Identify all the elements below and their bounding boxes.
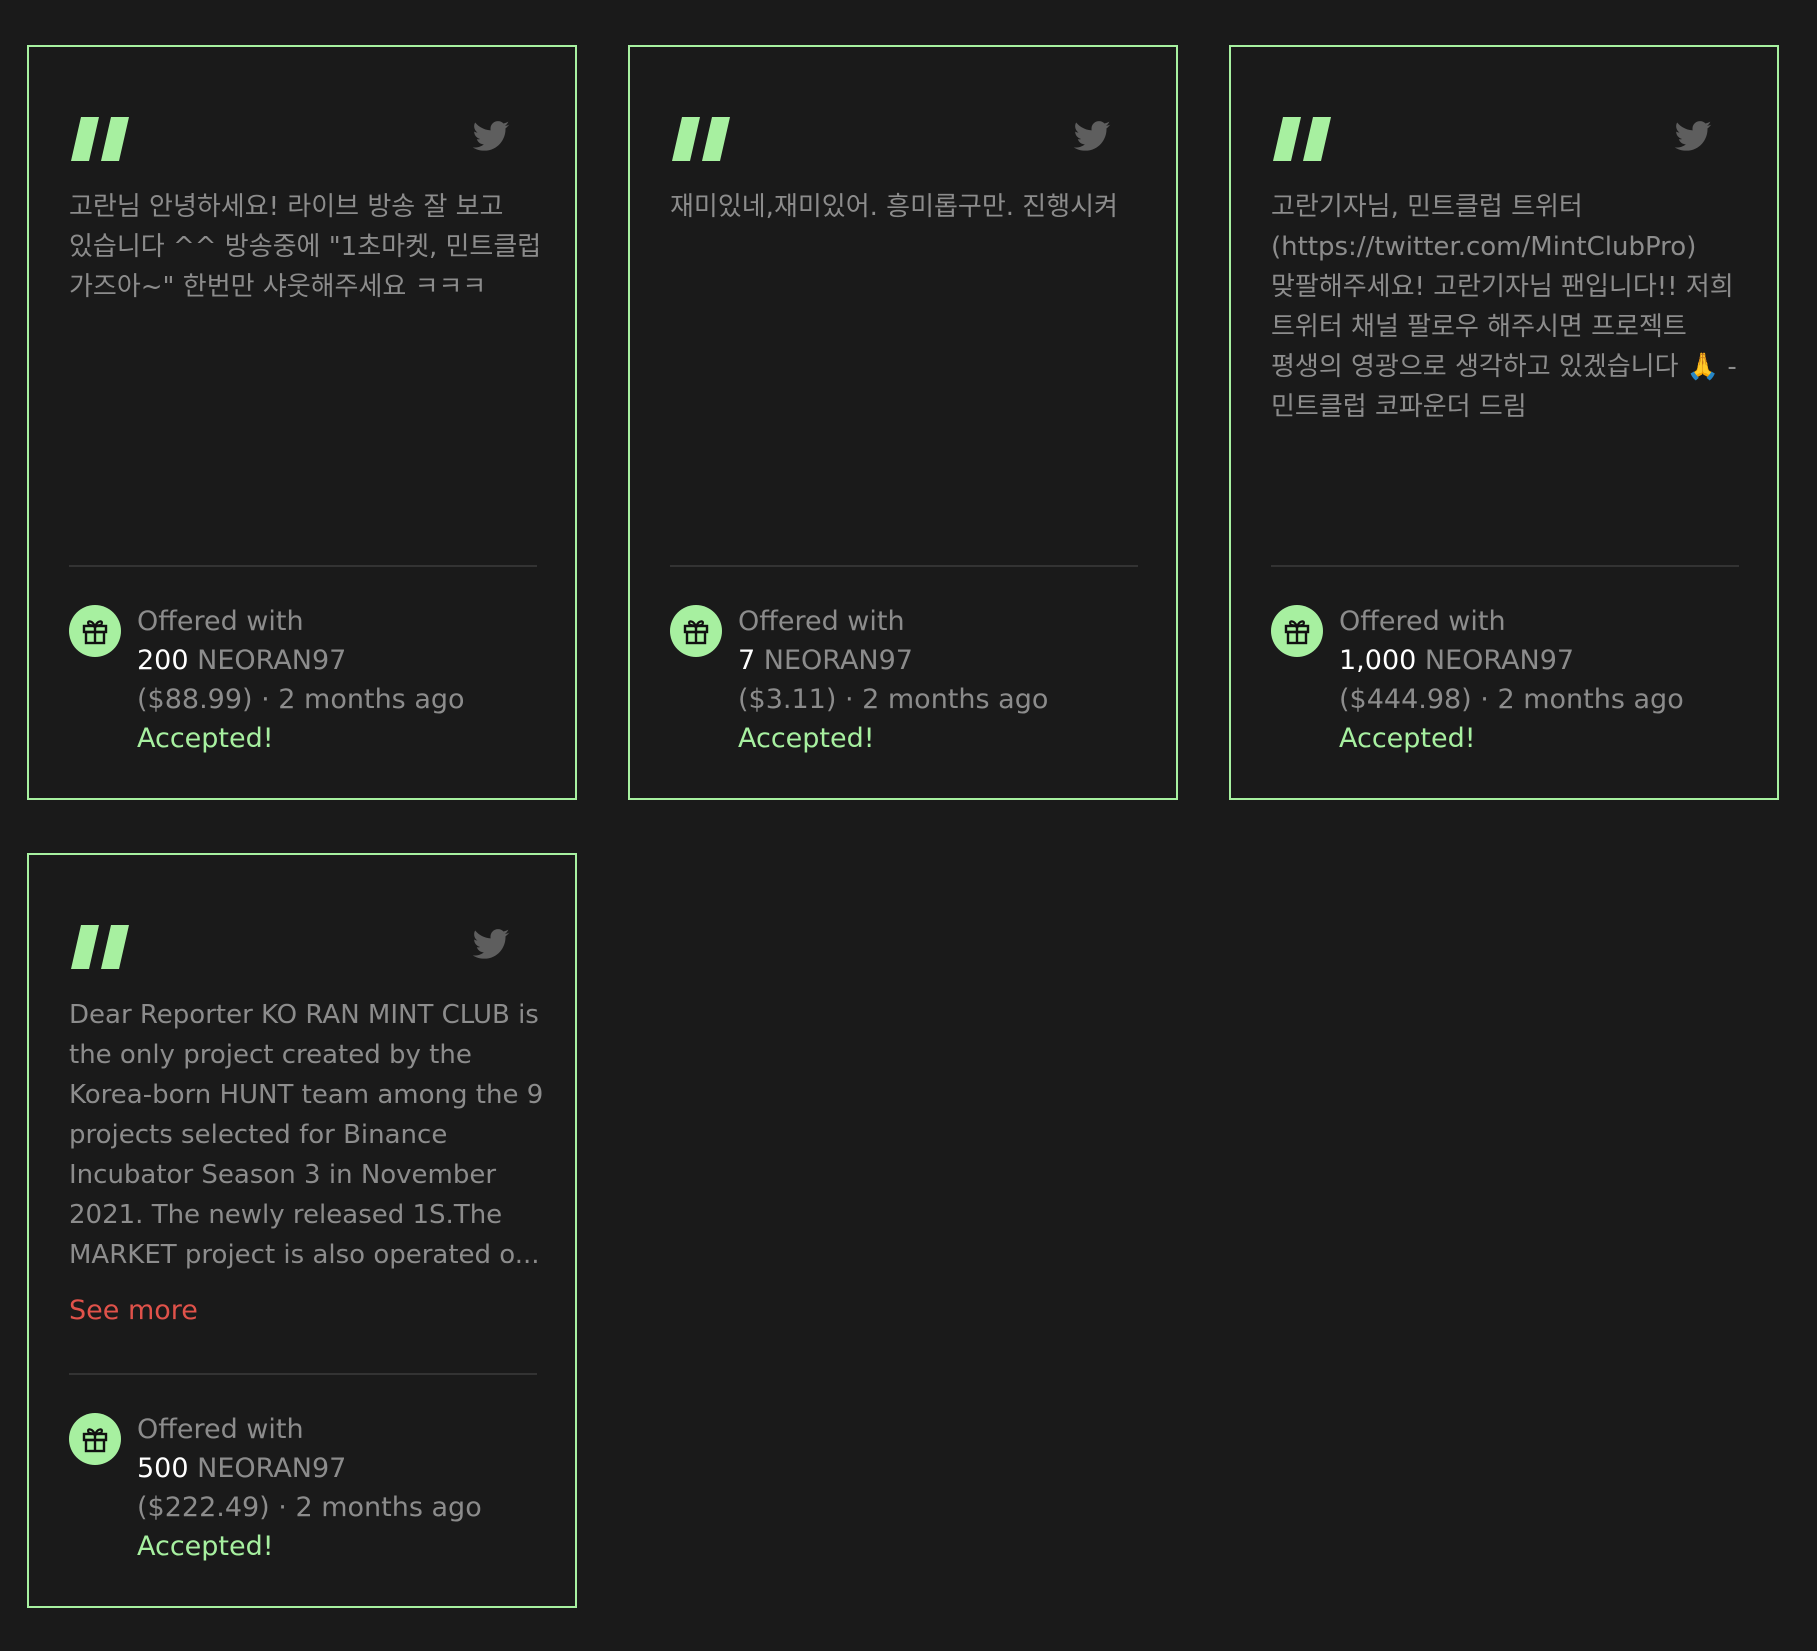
token-symbol: NEORAN97 [197,1453,347,1484]
offer-amount-line: 1,000 NEORAN97 [1339,641,1684,680]
offered-label: Offered with [738,606,905,637]
twitter-icon[interactable] [1671,117,1715,157]
twitter-icon[interactable] [1070,117,1114,157]
shoutout-message: Dear Reporter KO RAN MINT CLUB is the on… [69,1000,552,1270]
offer-amount: 200 [137,645,189,676]
offer-usd-time: ($222.49) · 2 months ago [137,1492,482,1523]
quote-icon [71,925,129,969]
offer-details: Offered with 7 NEORAN97 ($3.11) · 2 mont… [738,602,1048,758]
status-badge: Accepted! [137,723,274,754]
twitter-icon[interactable] [469,925,513,965]
quote-icon [672,117,730,161]
offered-label: Offered with [137,606,304,637]
offer-amount: 1,000 [1339,645,1417,676]
status-badge: Accepted! [1339,723,1476,754]
offer-usd-time: ($88.99) · 2 months ago [137,684,465,715]
offer-details: Offered with 500 NEORAN97 ($222.49) · 2 … [137,1410,482,1566]
shoutout-card[interactable]: 재미있네,재미있어. 흥미롭구만. 진행시켜 Offered with 7 NE… [628,45,1178,800]
quote-icon [1273,117,1331,161]
quote-icon [71,117,129,161]
gift-icon [69,605,121,657]
gift-icon [1271,605,1323,657]
divider [69,1373,537,1375]
twitter-icon[interactable] [469,117,513,157]
status-badge: Accepted! [738,723,875,754]
offer-usd-time: ($444.98) · 2 months ago [1339,684,1684,715]
offer-amount-line: 500 NEORAN97 [137,1449,482,1488]
offer-amount: 500 [137,1453,189,1484]
token-symbol: NEORAN97 [1424,645,1575,676]
offer-amount-line: 200 NEORAN97 [137,641,465,680]
shoutout-card[interactable]: 고란님 안녕하세요! 라이브 방송 잘 보고 있습니다 ^^ 방송중에 "1초마… [27,45,577,800]
offer-amount-line: 7 NEORAN97 [738,641,1048,680]
offer-details: Offered with 1,000 NEORAN97 ($444.98) · … [1339,602,1684,758]
divider [69,565,537,567]
shoutout-grid: 고란님 안녕하세요! 라이브 방송 잘 보고 있습니다 ^^ 방송중에 "1초마… [0,0,1817,1651]
token-symbol: NEORAN97 [197,645,347,676]
gift-icon [670,605,722,657]
status-badge: Accepted! [137,1531,274,1562]
shoutout-message: 재미있네,재미있어. 흥미롭구만. 진행시켜 [670,192,1118,222]
offered-label: Offered with [137,1414,304,1445]
offered-label: Offered with [1339,606,1506,637]
shoutout-message: 고란기자님, 민트클럽 트위터 (https://twitter.com/Min… [1271,192,1746,422]
offer-details: Offered with 200 NEORAN97 ($88.99) · 2 m… [137,602,465,758]
offer-usd-time: ($3.11) · 2 months ago [738,684,1049,715]
offer-amount: 7 [738,645,756,676]
divider [1271,565,1739,567]
shoutout-card[interactable]: 고란기자님, 민트클럽 트위터 (https://twitter.com/Min… [1229,45,1779,800]
see-more-link[interactable]: See more [69,1295,198,1326]
divider [670,565,1138,567]
shoutout-message: 고란님 안녕하세요! 라이브 방송 잘 보고 있습니다 ^^ 방송중에 "1초마… [69,192,550,302]
gift-icon [69,1413,121,1465]
shoutout-card[interactable]: Dear Reporter KO RAN MINT CLUB is the on… [27,853,577,1608]
token-symbol: NEORAN97 [763,645,913,676]
